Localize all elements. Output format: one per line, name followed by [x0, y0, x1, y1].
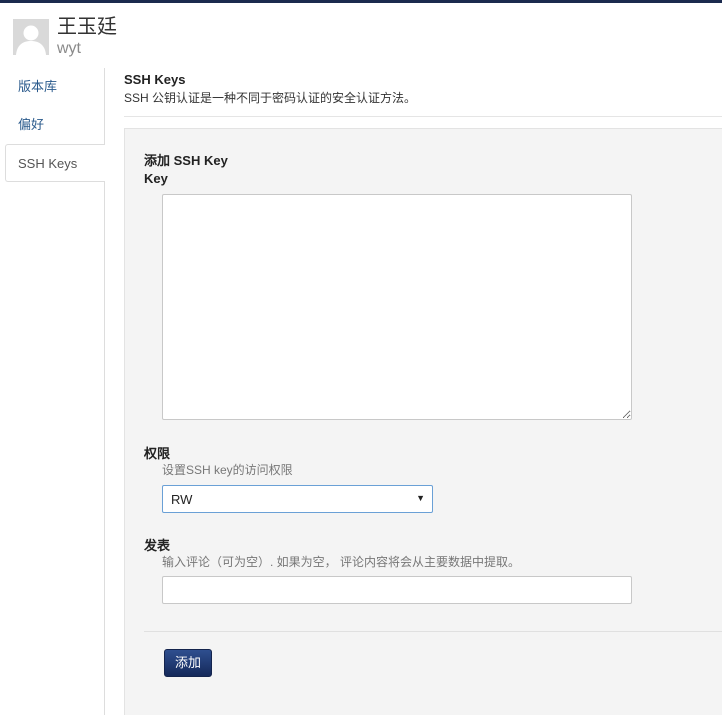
permission-label: 权限 [144, 446, 171, 461]
user-display-name: 王玉廷 [57, 16, 117, 38]
permission-selected-value: RW [171, 492, 193, 507]
settings-sidebar: 版本库 偏好 SSH Keys [0, 68, 105, 182]
sidebar-item-preferences[interactable]: 偏好 [0, 106, 105, 144]
top-bar [0, 0, 722, 3]
user-avatar [13, 19, 49, 55]
form-title: 添加 SSH Key [144, 153, 228, 168]
permission-select[interactable]: RW ▼ [162, 485, 433, 513]
sidebar-item-repositories[interactable]: 版本库 [0, 68, 105, 106]
comment-label: 发表 [144, 538, 171, 553]
page-title: SSH Keys [124, 72, 186, 87]
add-key-button[interactable]: 添加 [164, 649, 212, 677]
permission-help-text: 设置SSH key的访问权限 [162, 463, 293, 477]
page-description: SSH 公钥认证是一种不同于密码认证的安全认证方法。 [124, 91, 417, 105]
section-divider [124, 116, 722, 117]
comment-input[interactable] [162, 576, 632, 604]
default-user-avatar-icon [13, 19, 49, 55]
sidebar-item-ssh-keys[interactable]: SSH Keys [5, 144, 105, 182]
key-label: Key [144, 171, 168, 186]
user-login: wyt [57, 40, 81, 57]
form-actions-divider [144, 631, 722, 632]
key-textarea[interactable] [162, 194, 632, 420]
triangle-down-icon: ▼ [416, 493, 425, 503]
comment-help-text: 输入评论（可为空）. 如果为空， 评论内容将会从主要数据中提取。 [162, 555, 521, 569]
sidebar-divider [104, 182, 105, 715]
